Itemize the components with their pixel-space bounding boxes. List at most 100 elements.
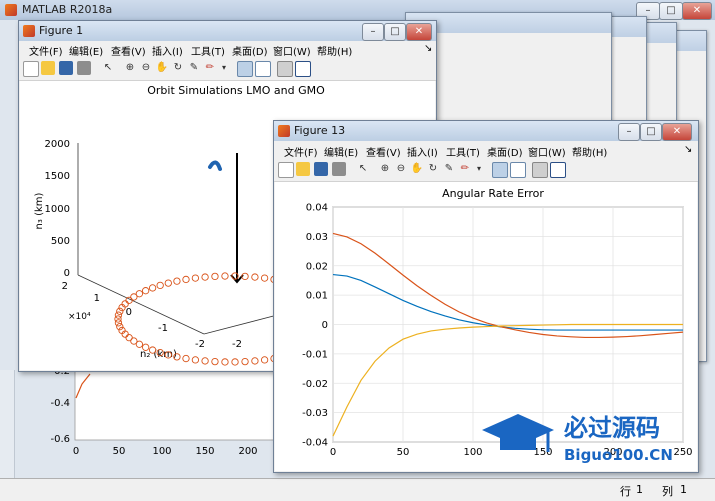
chart-title: Angular Rate Error <box>442 187 544 200</box>
background-x-tick: 50 <box>113 446 126 457</box>
print-icon[interactable] <box>332 162 346 176</box>
figure-1-close-button[interactable]: ✕ <box>406 23 432 41</box>
menu-window[interactable]: 窗口(W) <box>528 144 566 159</box>
y-tick-label: 0 <box>126 307 132 318</box>
open-file-icon[interactable] <box>296 162 310 176</box>
col-label: 列 <box>662 485 673 498</box>
y-tick-label: 2 <box>62 281 68 292</box>
graduation-cap-base <box>500 434 536 450</box>
zoom-out-icon[interactable]: ⊖ <box>394 162 408 176</box>
figure-1-toolbar: ↖ ⊕ ⊖ ✋ ↻ ✎ ✏ ▾ <box>19 58 436 81</box>
y-tick-label: -0.03 <box>302 408 328 419</box>
print-icon[interactable] <box>77 61 91 75</box>
figure-13-maximize-button[interactable]: □ <box>640 123 662 141</box>
colorbar-icon[interactable] <box>492 162 508 178</box>
menu-edit[interactable]: 编辑(E) <box>69 43 103 58</box>
y-tick-label: 0.04 <box>306 203 328 214</box>
figure-1-minimize-button[interactable]: – <box>362 23 384 41</box>
orbit-point <box>116 323 124 331</box>
figure-1-menubar: 文件(F) 编辑(E) 查看(V) 插入(I) 工具(T) 桌面(D) 窗口(W… <box>19 42 436 58</box>
figure-13-toolbar: ↖ ⊕ ⊖ ✋ ↻ ✎ ✏ ▾ <box>274 159 698 182</box>
figure-13-minimize-button[interactable]: – <box>618 123 640 141</box>
new-figure-icon[interactable] <box>278 162 294 178</box>
row-label: 行 <box>620 485 631 498</box>
show-plot-tools-icon[interactable] <box>295 61 311 77</box>
figure-icon <box>23 25 35 37</box>
menu-tools[interactable]: 工具(T) <box>446 144 480 159</box>
matlab-logo-icon <box>5 4 17 16</box>
brush-dropdown-icon[interactable]: ▾ <box>217 61 231 75</box>
figure-13-close-button[interactable]: ✕ <box>662 123 692 141</box>
close-button[interactable]: ✕ <box>682 2 712 20</box>
hide-plot-tools-icon[interactable] <box>277 61 293 77</box>
data-cursor-icon[interactable]: ✎ <box>187 61 201 75</box>
legend-icon[interactable] <box>255 61 271 77</box>
maximize-button[interactable]: □ <box>659 2 683 20</box>
legend-icon[interactable] <box>510 162 526 178</box>
pointer-icon[interactable]: ↖ <box>101 61 115 75</box>
brush-dropdown-icon[interactable]: ▾ <box>472 162 486 176</box>
orbit-point <box>221 358 229 366</box>
menu-help[interactable]: 帮助(H) <box>317 43 352 58</box>
menu-file[interactable]: 文件(F) <box>284 144 318 159</box>
figure-13-title: Figure 13 <box>294 124 346 137</box>
orbit-point <box>211 357 219 366</box>
hide-plot-tools-icon[interactable] <box>532 162 548 178</box>
menu-help[interactable]: 帮助(H) <box>572 144 607 159</box>
z-axis-label: n₃ (km) <box>34 192 45 229</box>
pointer-icon[interactable]: ↖ <box>356 162 370 176</box>
background-x-tick: 0 <box>73 446 79 457</box>
figure-1-maximize-button[interactable]: □ <box>384 23 406 41</box>
menu-view[interactable]: 查看(V) <box>366 144 401 159</box>
brush-icon[interactable]: ✏ <box>458 162 472 176</box>
y-tick-label: -0.04 <box>302 438 328 449</box>
save-icon[interactable] <box>59 61 73 75</box>
zoom-in-icon[interactable]: ⊕ <box>123 61 137 75</box>
zoom-out-icon[interactable]: ⊖ <box>139 61 153 75</box>
dock-arrow-icon[interactable]: ↘ <box>684 144 692 155</box>
background-x-tick: 200 <box>238 446 257 457</box>
figure-13-title-bar: Figure 13 – □ ✕ <box>274 121 698 141</box>
new-figure-icon[interactable] <box>23 61 39 77</box>
orbit-point <box>241 357 249 366</box>
menu-desktop[interactable]: 桌面(D) <box>487 144 523 159</box>
rotate-icon[interactable]: ↻ <box>171 61 185 75</box>
rotate-icon[interactable]: ↻ <box>426 162 440 176</box>
figure-13-menubar: 文件(F) 编辑(E) 查看(V) 插入(I) 工具(T) 桌面(D) 窗口(W… <box>274 143 698 159</box>
brush-icon[interactable]: ✏ <box>203 61 217 75</box>
menu-tools[interactable]: 工具(T) <box>191 43 225 58</box>
y-scale-label: ×10⁴ <box>68 312 91 322</box>
plot-backwall <box>78 111 286 333</box>
menu-view[interactable]: 查看(V) <box>111 43 146 58</box>
pan-icon[interactable]: ✋ <box>155 61 169 75</box>
orbit-point <box>191 356 200 364</box>
save-icon[interactable] <box>314 162 328 176</box>
menu-window[interactable]: 窗口(W) <box>273 43 311 58</box>
menu-insert[interactable]: 插入(I) <box>152 43 183 58</box>
figure-1-title-bar: Figure 1 – □ ✕ <box>19 21 436 41</box>
menu-edit[interactable]: 编辑(E) <box>324 144 358 159</box>
pan-icon[interactable]: ✋ <box>410 162 424 176</box>
dock-arrow-icon[interactable]: ↘ <box>424 43 432 54</box>
zoom-in-icon[interactable]: ⊕ <box>378 162 392 176</box>
menu-desktop[interactable]: 桌面(D) <box>232 43 268 58</box>
y-tick-label: 0.01 <box>306 291 328 302</box>
z-tick-label: 2000 <box>45 139 70 150</box>
orbit-point <box>201 357 209 365</box>
y-tick-label: -0.02 <box>302 379 328 390</box>
y-tick-label: -0.01 <box>302 349 328 360</box>
z-tick-label: 500 <box>51 236 70 247</box>
colorbar-icon[interactable] <box>237 61 253 77</box>
open-file-icon[interactable] <box>41 61 55 75</box>
menu-insert[interactable]: 插入(I) <box>407 144 438 159</box>
data-cursor-icon[interactable]: ✎ <box>442 162 456 176</box>
orbit-point <box>182 354 190 363</box>
figure-1-plot-title: Orbit Simulations LMO and GMO <box>147 84 325 97</box>
show-plot-tools-icon[interactable] <box>550 162 566 178</box>
menu-file[interactable]: 文件(F) <box>29 43 63 58</box>
watermark: 必过源码 Biguo100.CN <box>478 408 698 470</box>
left-panel-strip <box>0 370 15 478</box>
orbit-point <box>125 334 133 342</box>
z-tick-label: 1500 <box>45 171 70 182</box>
z-tick-label: 1000 <box>45 204 70 215</box>
